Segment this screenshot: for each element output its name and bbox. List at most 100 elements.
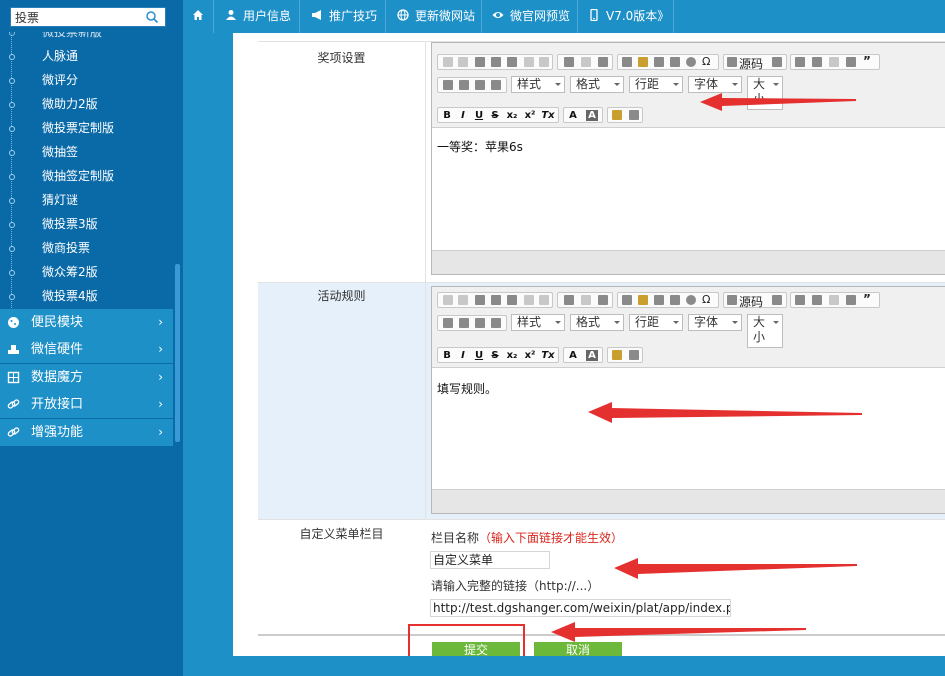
numbered-list-icon[interactable] — [795, 57, 805, 67]
template-icon[interactable] — [612, 110, 622, 120]
toolbar-clipboard-group[interactable] — [437, 54, 553, 70]
anchor-flag-icon[interactable] — [598, 295, 608, 305]
maximize-icon[interactable] — [772, 295, 782, 305]
unlink-icon[interactable] — [581, 57, 591, 67]
smiley-icon[interactable] — [686, 295, 696, 305]
toolbar-link-group[interactable] — [557, 54, 613, 70]
text-color-button[interactable]: A — [567, 350, 579, 361]
toolbar-clipboard-group[interactable] — [437, 292, 553, 308]
paste-text-icon[interactable] — [491, 295, 501, 305]
paste-word-icon[interactable] — [507, 57, 517, 67]
subscript-button[interactable]: x₂ — [505, 350, 519, 361]
horizontal-rule-icon[interactable] — [670, 57, 680, 67]
toolbar-list-group[interactable]: ” — [790, 54, 880, 70]
rules-rich-editor[interactable]: Ω 源码 ” 样式 格式 行距 字体 大 小 B I U S x₂ x² Tx … — [431, 286, 945, 514]
toolbar-link-group[interactable] — [557, 292, 613, 308]
nav-user-info[interactable]: 用户信息 — [214, 0, 300, 33]
preview-icon[interactable] — [629, 110, 639, 120]
maximize-icon[interactable] — [772, 57, 782, 67]
cut-icon[interactable] — [443, 57, 453, 67]
undo-icon[interactable] — [524, 57, 534, 67]
remove-format-button[interactable]: Tx — [541, 350, 555, 361]
style-dropdown[interactable]: 样式 — [511, 76, 565, 93]
sidebar-subitem[interactable]: 人脉通 — [0, 44, 173, 68]
bullet-list-icon[interactable] — [812, 295, 822, 305]
font-dropdown[interactable]: 字体 — [688, 76, 742, 93]
sidebar-subitem[interactable]: 微投票定制版 — [0, 116, 173, 140]
paste-icon[interactable] — [475, 295, 485, 305]
sidebar-search-box[interactable] — [10, 7, 166, 27]
align-left-icon[interactable] — [443, 80, 453, 90]
cut-icon[interactable] — [443, 295, 453, 305]
toolbar-list-group[interactable]: ” — [790, 292, 880, 308]
bg-color-button[interactable]: A — [586, 350, 598, 361]
toolbar-format-group[interactable]: B I U S x₂ x² Tx — [437, 347, 559, 363]
redo-icon[interactable] — [539, 295, 549, 305]
sidebar-subitem[interactable]: 微投票4版 — [0, 284, 173, 308]
smiley-icon[interactable] — [686, 57, 696, 67]
flash-icon[interactable] — [638, 295, 648, 305]
italic-button[interactable]: I — [457, 350, 469, 361]
toolbar-insert-group[interactable]: Ω — [617, 292, 719, 308]
blockquote-icon[interactable]: ” — [863, 292, 871, 306]
toolbar-insert-group[interactable]: Ω — [617, 54, 719, 70]
toolbar-align-group[interactable] — [437, 77, 507, 93]
indent-icon[interactable] — [846, 295, 856, 305]
toolbar-source-group[interactable]: 源码 — [723, 54, 787, 72]
size-dropdown[interactable]: 大小 — [747, 314, 783, 348]
outdent-icon[interactable] — [829, 295, 839, 305]
line-height-dropdown[interactable]: 行距 — [629, 76, 683, 93]
toolbar-color-group[interactable]: A A — [563, 107, 603, 123]
sidebar-item-hardware[interactable]: 微信硬件 › — [0, 336, 173, 363]
text-color-button[interactable]: A — [567, 110, 579, 121]
source-button-label[interactable]: 源码 — [739, 55, 763, 72]
undo-icon[interactable] — [524, 295, 534, 305]
anchor-flag-icon[interactable] — [598, 57, 608, 67]
column-name-input[interactable]: 自定义菜单 — [430, 551, 550, 569]
sidebar-item-convenience[interactable]: 便民模块 › — [0, 309, 173, 336]
superscript-button[interactable]: x² — [523, 350, 537, 361]
link-input[interactable]: http://test.dgshanger.com/weixin/plat/ap… — [430, 599, 731, 617]
strike-button[interactable]: S — [489, 110, 501, 121]
indent-icon[interactable] — [846, 57, 856, 67]
sidebar-subitem[interactable]: 猜灯谜 — [0, 188, 173, 212]
nav-version[interactable]: V7.0版本》 — [578, 0, 674, 33]
bold-button[interactable]: B — [441, 350, 453, 361]
prize-editor-content[interactable]: 一等奖：苹果6s — [432, 128, 945, 165]
bg-color-button[interactable]: A — [586, 110, 598, 121]
underline-button[interactable]: U — [473, 110, 485, 121]
sidebar-subitem[interactable]: 微众筹2版 — [0, 260, 173, 284]
align-justify-icon[interactable] — [491, 80, 501, 90]
font-dropdown[interactable]: 字体 — [688, 314, 742, 331]
preview-icon[interactable] — [629, 350, 639, 360]
italic-button[interactable]: I — [457, 110, 469, 121]
toolbar-align-group[interactable] — [437, 315, 507, 331]
numbered-list-icon[interactable] — [795, 295, 805, 305]
image-icon[interactable] — [622, 295, 632, 305]
bullet-list-icon[interactable] — [812, 57, 822, 67]
outdent-icon[interactable] — [829, 57, 839, 67]
align-right-icon[interactable] — [475, 80, 485, 90]
nav-site-preview[interactable]: 微官网预览 — [482, 0, 578, 33]
sidebar-search-input[interactable] — [11, 8, 141, 26]
blockquote-icon[interactable]: ” — [863, 54, 871, 68]
flash-icon[interactable] — [638, 57, 648, 67]
align-left-icon[interactable] — [443, 318, 453, 328]
superscript-button[interactable]: x² — [523, 110, 537, 121]
copy-icon[interactable] — [458, 295, 468, 305]
sidebar-subitem[interactable]: 微评分 — [0, 68, 173, 92]
template-icon[interactable] — [612, 350, 622, 360]
toolbar-format-group[interactable]: B I U S x₂ x² Tx — [437, 107, 559, 123]
sidebar-item-data-cube[interactable]: 数据魔方 › — [0, 364, 173, 391]
table-icon[interactable] — [654, 295, 664, 305]
sidebar-subitem[interactable]: 微抽签定制版 — [0, 164, 173, 188]
sidebar-subitem[interactable]: 微抽签 — [0, 140, 173, 164]
cancel-button[interactable]: 取消 — [534, 642, 622, 656]
unlink-icon[interactable] — [581, 295, 591, 305]
special-char-icon[interactable]: Ω — [702, 293, 710, 306]
toolbar-source-group[interactable]: 源码 — [723, 292, 787, 309]
align-center-icon[interactable] — [459, 80, 469, 90]
paste-word-icon[interactable] — [507, 295, 517, 305]
copy-icon[interactable] — [458, 57, 468, 67]
nav-update-site[interactable]: 更新微网站 — [386, 0, 482, 33]
